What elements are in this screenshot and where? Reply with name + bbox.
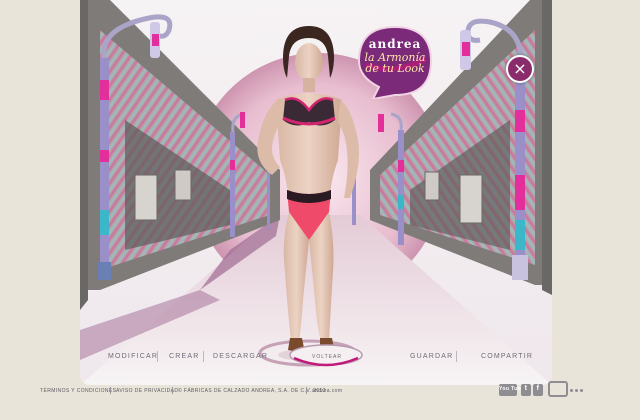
nav-separator xyxy=(157,351,158,362)
privacy-link[interactable]: AVISO DE PRIVACIDAD xyxy=(116,388,178,394)
facebook-icon[interactable]: f xyxy=(533,384,543,396)
fullscreen-icon[interactable] xyxy=(548,381,568,397)
guardar-button[interactable]: GUARDAR xyxy=(410,353,453,360)
site-link[interactable]: andrea.com xyxy=(312,388,342,394)
close-button[interactable]: × xyxy=(506,55,534,83)
nav-separator xyxy=(203,351,204,362)
more-icon[interactable] xyxy=(569,384,585,396)
terms-link[interactable]: TÉRMINOS Y CONDICIONES xyxy=(40,388,116,394)
crear-button[interactable]: CREAR xyxy=(169,353,200,360)
twitter-icon[interactable]: t xyxy=(521,384,531,396)
compartir-button[interactable]: COMPARTIR xyxy=(481,353,533,360)
footer: TÉRMINOS Y CONDICIONES AVISO DE PRIVACID… xyxy=(40,381,600,398)
footer-separator xyxy=(306,387,307,394)
brand-tagline: la Armonía de tu Look xyxy=(364,51,426,75)
descargar-button[interactable]: DESCARGAR xyxy=(213,353,268,360)
bottom-nav: MODIFICAR CREAR DESCARGAR GUARDAR COMPAR… xyxy=(80,347,552,367)
footer-separator xyxy=(172,387,173,394)
copyright-text: © FÁBRICAS DE CALZADO ANDREA, S.A. DE C.… xyxy=(178,388,326,394)
brand-name: andrea xyxy=(368,37,422,51)
youtube-icon[interactable]: You Tube xyxy=(499,384,524,396)
modificar-button[interactable]: MODIFICAR xyxy=(108,353,158,360)
scene-stage xyxy=(80,0,552,385)
nav-separator xyxy=(456,351,457,362)
close-icon: × xyxy=(513,59,527,78)
street-scene xyxy=(80,0,552,385)
footer-separator xyxy=(110,387,111,394)
